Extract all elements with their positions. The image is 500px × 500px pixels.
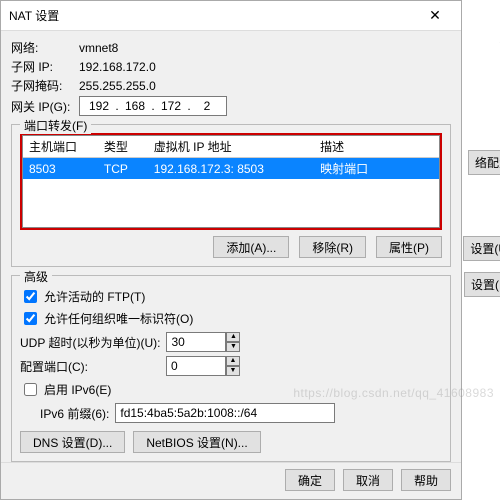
cell-desc: 映射端口 [314, 158, 439, 180]
properties-button[interactable]: 属性(P) [376, 236, 442, 258]
subnet-mask-value: 255.255.255.0 [79, 79, 156, 93]
ip-octet-1[interactable]: 192 [84, 99, 114, 113]
gateway-ip-label: 网关 IP(G): [11, 98, 79, 115]
ip-octet-2[interactable]: 168 [120, 99, 150, 113]
cancel-button[interactable]: 取消 [343, 469, 393, 491]
ipv6-prefix-input[interactable] [115, 403, 335, 423]
ip-octet-4[interactable]: 2 [192, 99, 222, 113]
port-forward-highlight: 主机端口 类型 虚拟机 IP 地址 描述 8503 TCP 192.168.17… [20, 133, 442, 230]
udp-timeout-label: UDP 超时(以秒为单位)(U): [20, 334, 160, 351]
network-label: 网络: [11, 39, 79, 56]
bg-settings-e-button[interactable]: 设置(E) [464, 272, 500, 297]
col-vm-ip[interactable]: 虚拟机 IP 地址 [148, 136, 314, 158]
cell-vm-ip: 192.168.172.3: 8503 [148, 158, 314, 180]
port-forward-group: 端口转发(F) 主机端口 类型 虚拟机 IP 地址 描述 8503 TCP 1 [11, 124, 451, 267]
ip-octet-3[interactable]: 172 [156, 99, 186, 113]
allow-active-ftp-label: 允许活动的 FTP(T) [44, 288, 145, 305]
chevron-up-icon[interactable]: ▲ [226, 332, 240, 342]
config-port-label: 配置端口(C): [20, 358, 160, 375]
help-button[interactable]: 帮助 [401, 469, 451, 491]
config-port-stepper[interactable]: ▲▼ [166, 356, 240, 376]
chevron-up-icon[interactable]: ▲ [226, 356, 240, 366]
dns-settings-button[interactable]: DNS 设置(D)... [20, 431, 125, 453]
add-button[interactable]: 添加(A)... [213, 236, 289, 258]
table-row[interactable]: 8503 TCP 192.168.172.3: 8503 映射端口 [23, 158, 439, 180]
subnet-ip-value: 192.168.172.0 [79, 60, 156, 74]
config-port-input[interactable] [166, 356, 226, 376]
chevron-down-icon[interactable]: ▼ [226, 366, 240, 376]
allow-oui-checkbox[interactable] [24, 312, 37, 325]
ok-button[interactable]: 确定 [285, 469, 335, 491]
netbios-settings-button[interactable]: NetBIOS 设置(N)... [133, 431, 260, 453]
nat-settings-dialog: NAT 设置 ✕ 网络:vmnet8 子网 IP:192.168.172.0 子… [0, 0, 462, 500]
cell-host-port: 8503 [23, 158, 98, 180]
port-forward-legend: 端口转发(F) [20, 117, 91, 134]
allow-active-ftp-checkbox[interactable] [24, 290, 37, 303]
col-type[interactable]: 类型 [98, 136, 148, 158]
port-forward-table[interactable]: 主机端口 类型 虚拟机 IP 地址 描述 8503 TCP 192.168.17… [23, 136, 439, 227]
gateway-ip-input[interactable]: 192. 168. 172. 2 [79, 96, 227, 116]
close-icon[interactable]: ✕ [417, 7, 453, 24]
udp-timeout-input[interactable] [166, 332, 226, 352]
enable-ipv6-label: 启用 IPv6(E) [44, 381, 111, 398]
bg-net-button[interactable]: 络配置 [468, 150, 500, 175]
dialog-title: NAT 设置 [9, 7, 417, 24]
advanced-group: 高级 允许活动的 FTP(T) 允许任何组织唯一标识符(O) UDP 超时(以秒… [11, 275, 451, 462]
advanced-legend: 高级 [20, 268, 52, 285]
enable-ipv6-checkbox[interactable] [24, 383, 37, 396]
col-desc[interactable]: 描述 [314, 136, 439, 158]
network-value: vmnet8 [79, 41, 118, 55]
table-empty-area [23, 179, 439, 227]
udp-timeout-stepper[interactable]: ▲▼ [166, 332, 240, 352]
allow-oui-label: 允许任何组织唯一标识符(O) [44, 310, 193, 327]
chevron-down-icon[interactable]: ▼ [226, 342, 240, 352]
dialog-footer: 确定 取消 帮助 [1, 462, 461, 499]
cell-type: TCP [98, 158, 148, 180]
background-window: 2.0 络配置 设置(U) 设置(E) [460, 0, 500, 500]
subnet-mask-label: 子网掩码: [11, 77, 79, 94]
col-host-port[interactable]: 主机端口 [23, 136, 98, 158]
bg-settings-u-button[interactable]: 设置(U) [463, 236, 500, 261]
remove-button[interactable]: 移除(R) [299, 236, 366, 258]
subnet-ip-label: 子网 IP: [11, 58, 79, 75]
ipv6-prefix-label: IPv6 前缀(6): [40, 405, 109, 422]
titlebar: NAT 设置 ✕ [1, 1, 461, 31]
